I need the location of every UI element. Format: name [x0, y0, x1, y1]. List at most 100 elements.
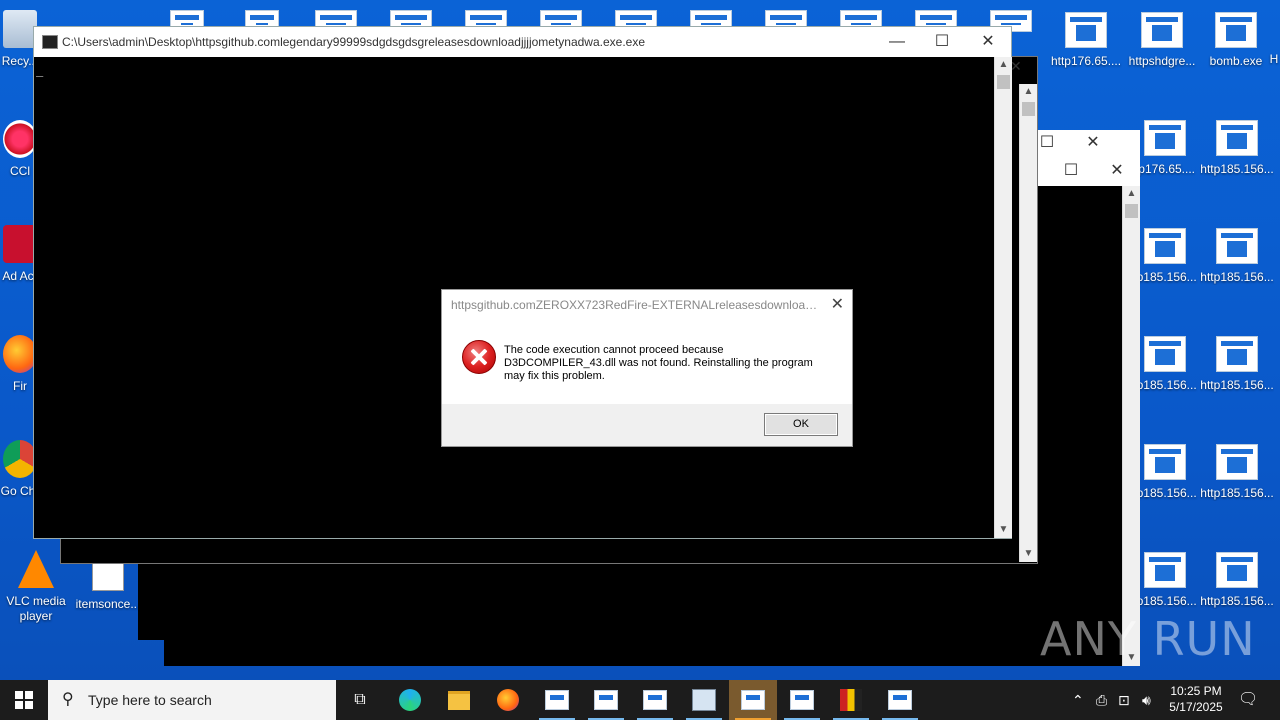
volume-icon[interactable]: 🔊︎: [1142, 680, 1151, 720]
taskbar-app-3[interactable]: [631, 680, 679, 720]
exe-icon: [1144, 336, 1186, 372]
desktop-icon-exe[interactable]: tp185.156...: [1130, 444, 1200, 501]
chrome-icon: [3, 440, 37, 478]
desktop-icon-bomb[interactable]: bomb.exe: [1200, 12, 1272, 69]
task-view-button[interactable]: ⧉: [336, 680, 384, 720]
exe-icon: [1144, 552, 1186, 588]
ok-button[interactable]: OK: [764, 413, 838, 436]
middle-close-button[interactable]: ✕: [1070, 128, 1116, 158]
taskbar-app-7[interactable]: [876, 680, 924, 720]
scroll-down-arrow[interactable]: ▼: [995, 522, 1012, 538]
start-button[interactable]: [0, 680, 48, 720]
firefox-icon: [497, 689, 519, 711]
console-app-icon: [42, 35, 58, 49]
taskbar-app-6[interactable]: [827, 680, 875, 720]
taskbar-app-4[interactable]: [680, 680, 728, 720]
exe-icon: [1216, 444, 1258, 480]
taskbar-app-active[interactable]: [729, 680, 777, 720]
exe-icon: [1216, 336, 1258, 372]
taskbar-app-1[interactable]: [533, 680, 581, 720]
taskbar-app-2[interactable]: [582, 680, 630, 720]
back-maximize-button[interactable]: ☐: [1048, 156, 1094, 186]
desktop-icon-exe[interactable]: tp185.156...: [1130, 336, 1200, 393]
exe-icon: [1215, 12, 1257, 48]
desktop-icon-exe[interactable]: http185.156...: [1200, 120, 1274, 177]
back-window-titlebar[interactable]: ☐ ✕: [1036, 156, 1140, 186]
tray-chevron-icon[interactable]: ⌃: [1072, 680, 1084, 720]
exe-icon: [1268, 12, 1280, 46]
firefox-icon: [3, 335, 37, 373]
dialog-close-button[interactable]: ✕: [831, 294, 844, 314]
exe-icon: [1144, 444, 1186, 480]
exe-icon: [741, 690, 765, 710]
exe-icon: [643, 690, 667, 710]
console-window-middle[interactable]: ☐ ✕: [1036, 130, 1140, 156]
scroll-up-arrow[interactable]: ▲: [995, 57, 1012, 73]
exe-icon: [1144, 120, 1186, 156]
taskbar-edge[interactable]: [386, 680, 434, 720]
anyrun-watermark: ANY RUN: [1040, 612, 1256, 666]
acrobat-icon: [3, 225, 37, 263]
desktop-icon-exe[interactable]: http185.156...: [1200, 444, 1274, 501]
edge-icon: [399, 689, 421, 711]
desktop-icon-exe[interactable]: http176.65....: [1050, 12, 1122, 69]
window-title: C:\Users\admin\Desktop\httpsgithub.comle…: [62, 35, 646, 49]
dialog-title: httpsgithub.comZEROXX723RedFire-EXTERNAL…: [451, 298, 821, 312]
search-box[interactable]: ⚲ Type here to search: [48, 680, 336, 720]
exe-icon: [1216, 552, 1258, 588]
taskbar: ⚲ Type here to search ⧉ ⌃ ⎙ ⊡ 🔊︎ 10:25 P…: [0, 680, 1280, 720]
recycle-bin-icon: [3, 10, 37, 48]
back-scrollbar[interactable]: ▲ ▼: [1122, 186, 1140, 666]
error-icon: [462, 340, 496, 374]
close-button[interactable]: ✕: [965, 27, 1011, 57]
desktop-icon-exe[interactable]: tp185.156...: [1130, 228, 1200, 285]
desktop-icon-exe[interactable]: http185.156...: [1200, 552, 1274, 609]
window-stack-icon: [692, 689, 716, 711]
notification-icon[interactable]: 🗨︎: [1238, 680, 1258, 720]
text-cursor: _: [36, 63, 44, 77]
console-window-back[interactable]: ☐ ✕ ▲ ▼: [1036, 156, 1140, 666]
search-placeholder: Type here to search: [88, 692, 212, 708]
ccleaner-icon: [3, 120, 37, 158]
clock[interactable]: 10:25 PM 5/17/2025: [1166, 683, 1226, 715]
desktop-icon-exe[interactable]: tp176.65....: [1130, 120, 1200, 177]
dialog-footer: OK: [442, 404, 852, 446]
error-dialog[interactable]: httpsgithub.comZEROXX723RedFire-EXTERNAL…: [441, 289, 853, 447]
exe-icon: [1141, 12, 1183, 48]
scroll-down-arrow[interactable]: ▼: [1020, 546, 1037, 562]
desktop-icon-exe[interactable]: httpshdgre...: [1125, 12, 1199, 69]
desktop-icon-exe[interactable]: H: [1268, 12, 1280, 67]
minimize-button[interactable]: —: [874, 27, 920, 57]
taskbar-app-5[interactable]: [778, 680, 826, 720]
scroll-thumb[interactable]: [1125, 204, 1138, 218]
window-titlebar[interactable]: C:\Users\admin\Desktop\httpsgithub.comle…: [34, 27, 1011, 57]
tray-device-icon[interactable]: ⎙: [1096, 680, 1107, 720]
desktop-icon-exe[interactable]: tp185.156...: [1130, 552, 1200, 609]
scroll-thumb[interactable]: [1022, 102, 1035, 116]
behind-scrollbar[interactable]: ▲ ▼: [1019, 84, 1037, 562]
exe-icon: [1216, 120, 1258, 156]
task-view-icon: ⧉: [354, 691, 366, 708]
exe-icon: [790, 690, 814, 710]
clock-time: 10:25 PM: [1170, 684, 1222, 698]
desktop-icon-exe[interactable]: http185.156...: [1200, 228, 1274, 285]
app-icon: [840, 689, 862, 711]
exe-icon: [1216, 228, 1258, 264]
exe-icon: [888, 690, 912, 710]
console-window-main[interactable]: C:\Users\admin\Desktop\httpsgithub.comle…: [33, 26, 1012, 539]
exe-icon: [594, 690, 618, 710]
taskbar-firefox[interactable]: [484, 680, 532, 720]
network-icon[interactable]: ⊡: [1118, 680, 1130, 720]
back-close-button[interactable]: ✕: [1094, 156, 1140, 186]
scroll-up-arrow[interactable]: ▲: [1020, 84, 1037, 100]
windows-logo-icon: [15, 691, 33, 709]
main-scrollbar[interactable]: ▲ ▼: [994, 57, 1012, 538]
dialog-message: The code execution cannot proceed becaus…: [504, 344, 813, 382]
vlc-icon: [18, 550, 54, 588]
clock-date: 5/17/2025: [1169, 700, 1223, 714]
scroll-thumb[interactable]: [997, 75, 1010, 89]
desktop-icon-exe[interactable]: http185.156...: [1200, 336, 1274, 393]
scroll-up-arrow[interactable]: ▲: [1123, 186, 1140, 202]
maximize-button[interactable]: ☐: [919, 27, 965, 57]
taskbar-file-explorer[interactable]: [435, 680, 483, 720]
